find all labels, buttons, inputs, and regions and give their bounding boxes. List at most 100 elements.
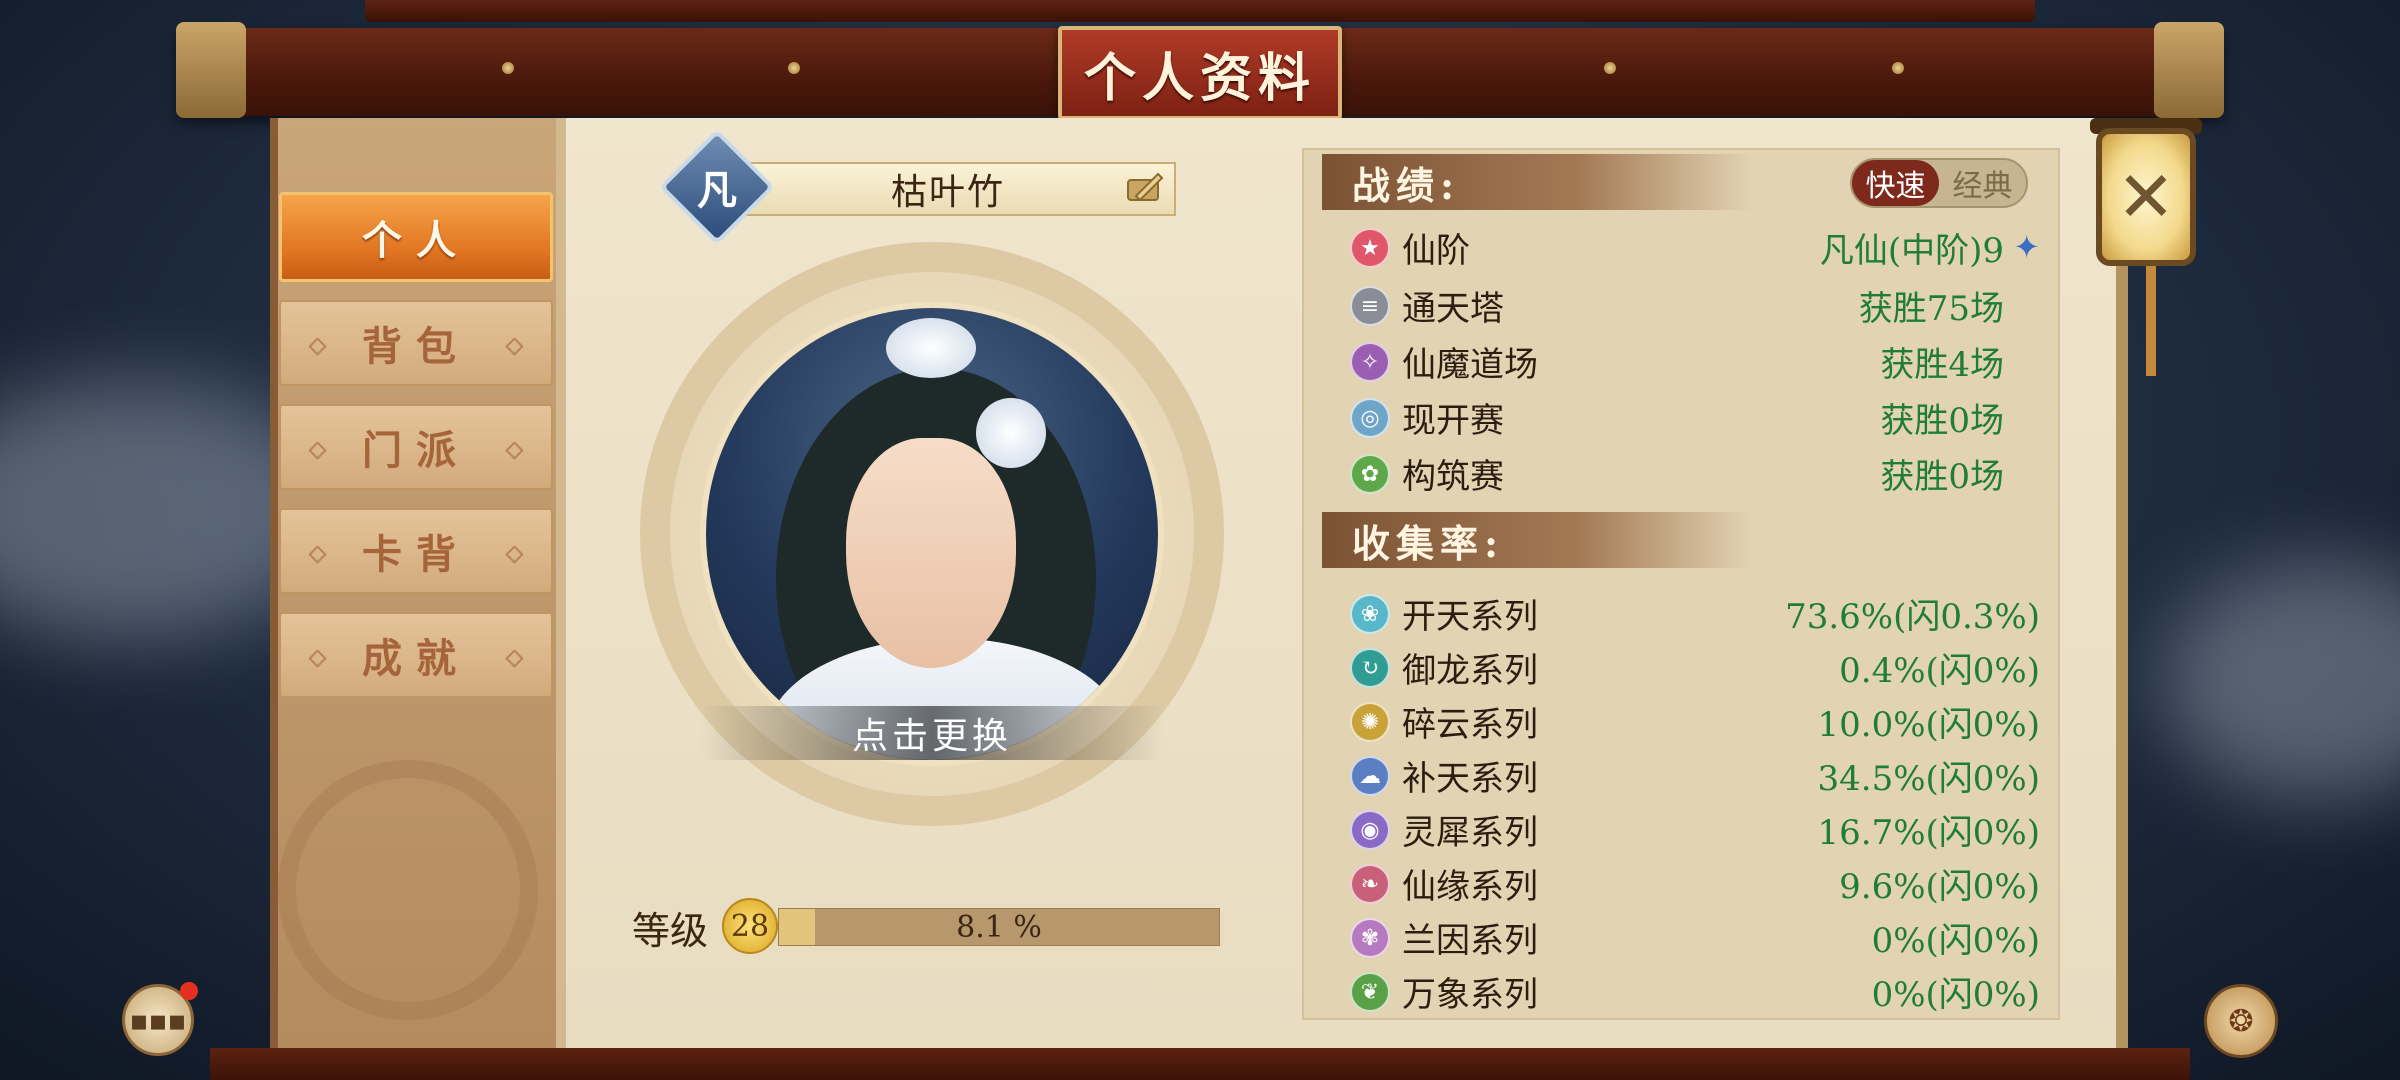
window-title: 个人资料: [1083, 47, 1316, 109]
pouch-icon: ❂: [2228, 1003, 2254, 1039]
diamond-ornament-icon: [505, 545, 524, 564]
collection-value: 10.0%(闪0%): [1817, 704, 2040, 745]
yulong-icon: ↻: [1350, 648, 1390, 688]
diamond-ornament-icon: [505, 649, 524, 668]
collection-label: 碎云系列: [1402, 704, 1538, 745]
collection-label: 灵犀系列: [1402, 812, 1538, 853]
notification-dot: [180, 982, 198, 1000]
record-value: 获胜0场: [1880, 456, 2004, 497]
beam-cap-left: [176, 22, 246, 118]
title-plaque: 个人资料: [1058, 26, 1342, 120]
diamond-ornament-icon: [308, 649, 327, 668]
diamond-ornament-icon: [505, 441, 524, 460]
build-icon: ✿: [1350, 454, 1390, 494]
collection-label: 补天系列: [1402, 758, 1538, 799]
level-progress-bar: 8.1 %: [778, 908, 1220, 946]
collection-row: ◉ 灵犀系列 16.7%(闪0%): [1350, 802, 2040, 856]
tab-label: 成就: [362, 635, 470, 682]
collection-value: 34.5%(闪0%): [1817, 758, 2040, 799]
tab-backpack[interactable]: 背包: [279, 300, 553, 386]
beam-stud: [1892, 62, 1904, 74]
mode-quick[interactable]: 快速: [1852, 160, 1939, 206]
record-label: 现开赛: [1402, 400, 1504, 441]
edit-name-icon[interactable]: [1122, 166, 1168, 212]
close-icon[interactable]: ✕: [2096, 128, 2196, 266]
collection-value: 0%(闪0%): [1871, 920, 2040, 961]
beam-cap-right: [2154, 22, 2224, 118]
suiyun-icon: ✺: [1350, 702, 1390, 742]
wanxiang-icon: ❦: [1350, 972, 1390, 1012]
avatar[interactable]: [700, 302, 1164, 766]
player-name: 枯叶竹: [890, 172, 1005, 213]
diamond-ornament-icon: [308, 337, 327, 356]
collection-label: 御龙系列: [1402, 650, 1538, 691]
tab-card-back[interactable]: 卡背: [279, 508, 553, 594]
tab-label: 卡背: [362, 531, 470, 578]
collection-label: 仙缘系列: [1402, 866, 1538, 907]
collection-heading-text: 收集率:: [1352, 520, 1505, 566]
collection-value: 73.6%(闪0.3%): [1785, 596, 2040, 637]
record-label: 仙阶: [1402, 230, 1470, 271]
tab-label: 个人: [362, 217, 470, 264]
sidebar-ornament: [278, 760, 538, 1020]
player-name-bar: 枯叶竹: [720, 162, 1176, 216]
upper-beam: [365, 0, 2035, 22]
collection-value: 0.4%(闪0%): [1839, 650, 2040, 691]
level-label: 等级: [632, 909, 709, 953]
star-icon: ★: [1350, 228, 1390, 268]
record-value-text: 凡仙(中阶)9: [1819, 230, 2004, 271]
record-row: ≡ 通天塔 获胜75场: [1350, 278, 2040, 332]
butian-icon: ☁: [1350, 756, 1390, 796]
level-progress-text: 8.1 %: [956, 909, 1042, 945]
record-value: 获胜75场: [1858, 288, 2004, 329]
collection-row: ↻ 御龙系列 0.4%(闪0%): [1350, 640, 2040, 694]
collection-heading: 收集率:: [1322, 512, 1752, 568]
diamond-ornament-icon: [308, 545, 327, 564]
kaitian-icon: ❀: [1350, 594, 1390, 634]
tab-achievements[interactable]: 成就: [279, 612, 553, 698]
collection-row: ❦ 万象系列 0%(闪0%): [1350, 964, 2040, 1018]
record-row: ◎ 现开赛 获胜0场: [1350, 390, 2040, 444]
collection-row: ✺ 碎云系列 10.0%(闪0%): [1350, 694, 2040, 748]
beam-stud: [1604, 62, 1616, 74]
collection-value: 9.6%(闪0%): [1839, 866, 2040, 907]
tab-label: 背包: [362, 323, 470, 370]
lanyin-icon: ✾: [1350, 918, 1390, 958]
bottom-beam: [210, 1048, 2190, 1080]
record-value: 凡仙(中阶)9: [1820, 220, 2004, 274]
collection-label: 开天系列: [1402, 596, 1538, 637]
record-heading: 战绩:: [1322, 154, 1752, 210]
beam-stud: [502, 62, 514, 74]
xianyuan-icon: ❧: [1350, 864, 1390, 904]
lingxi-icon: ◉: [1350, 810, 1390, 850]
record-value: 获胜4场: [1880, 344, 2004, 385]
arena-icon: ◎: [1350, 398, 1390, 438]
shortcut-button[interactable]: ❂: [2204, 984, 2278, 1058]
collection-row: ✾ 兰因系列 0%(闪0%): [1350, 910, 2040, 964]
collection-label: 兰因系列: [1402, 920, 1538, 961]
hair-ornament: [886, 318, 976, 378]
collection-value: 16.7%(闪0%): [1817, 812, 2040, 853]
change-avatar-label: 点击更换: [851, 716, 1012, 757]
diamond-ornament-icon: [308, 441, 327, 460]
change-avatar-button[interactable]: 点击更换: [700, 706, 1164, 760]
record-value: 获胜0场: [1880, 400, 2004, 441]
record-heading-text: 战绩:: [1352, 162, 1461, 208]
collection-value: 0%(闪0%): [1871, 974, 2040, 1015]
mode-classic[interactable]: 经典: [1939, 160, 2026, 206]
record-row: ✧ 仙魔道场 获胜4场: [1350, 334, 2040, 388]
rank-glyph: 凡: [697, 167, 737, 214]
mode-toggle[interactable]: 快速 经典: [1850, 158, 2028, 208]
collection-row: ❀ 开天系列 73.6%(闪0.3%): [1350, 586, 2040, 640]
demon-icon: ✧: [1350, 342, 1390, 382]
record-label: 仙魔道场: [1402, 344, 1538, 385]
record-label: 通天塔: [1402, 288, 1504, 329]
record-row: ★ 仙阶 凡仙(中阶)9 ✦: [1350, 220, 2040, 274]
tab-personal[interactable]: 个人: [279, 192, 553, 282]
avatar-face: [846, 438, 1016, 668]
tab-sect[interactable]: 门派: [279, 404, 553, 490]
record-row: ✿ 构筑赛 获胜0场: [1350, 446, 2040, 500]
sparkle-icon: ✦: [2013, 228, 2040, 266]
level-badge: 28: [722, 898, 778, 954]
chat-bubble-icon: ▪▪▪: [129, 1003, 187, 1037]
